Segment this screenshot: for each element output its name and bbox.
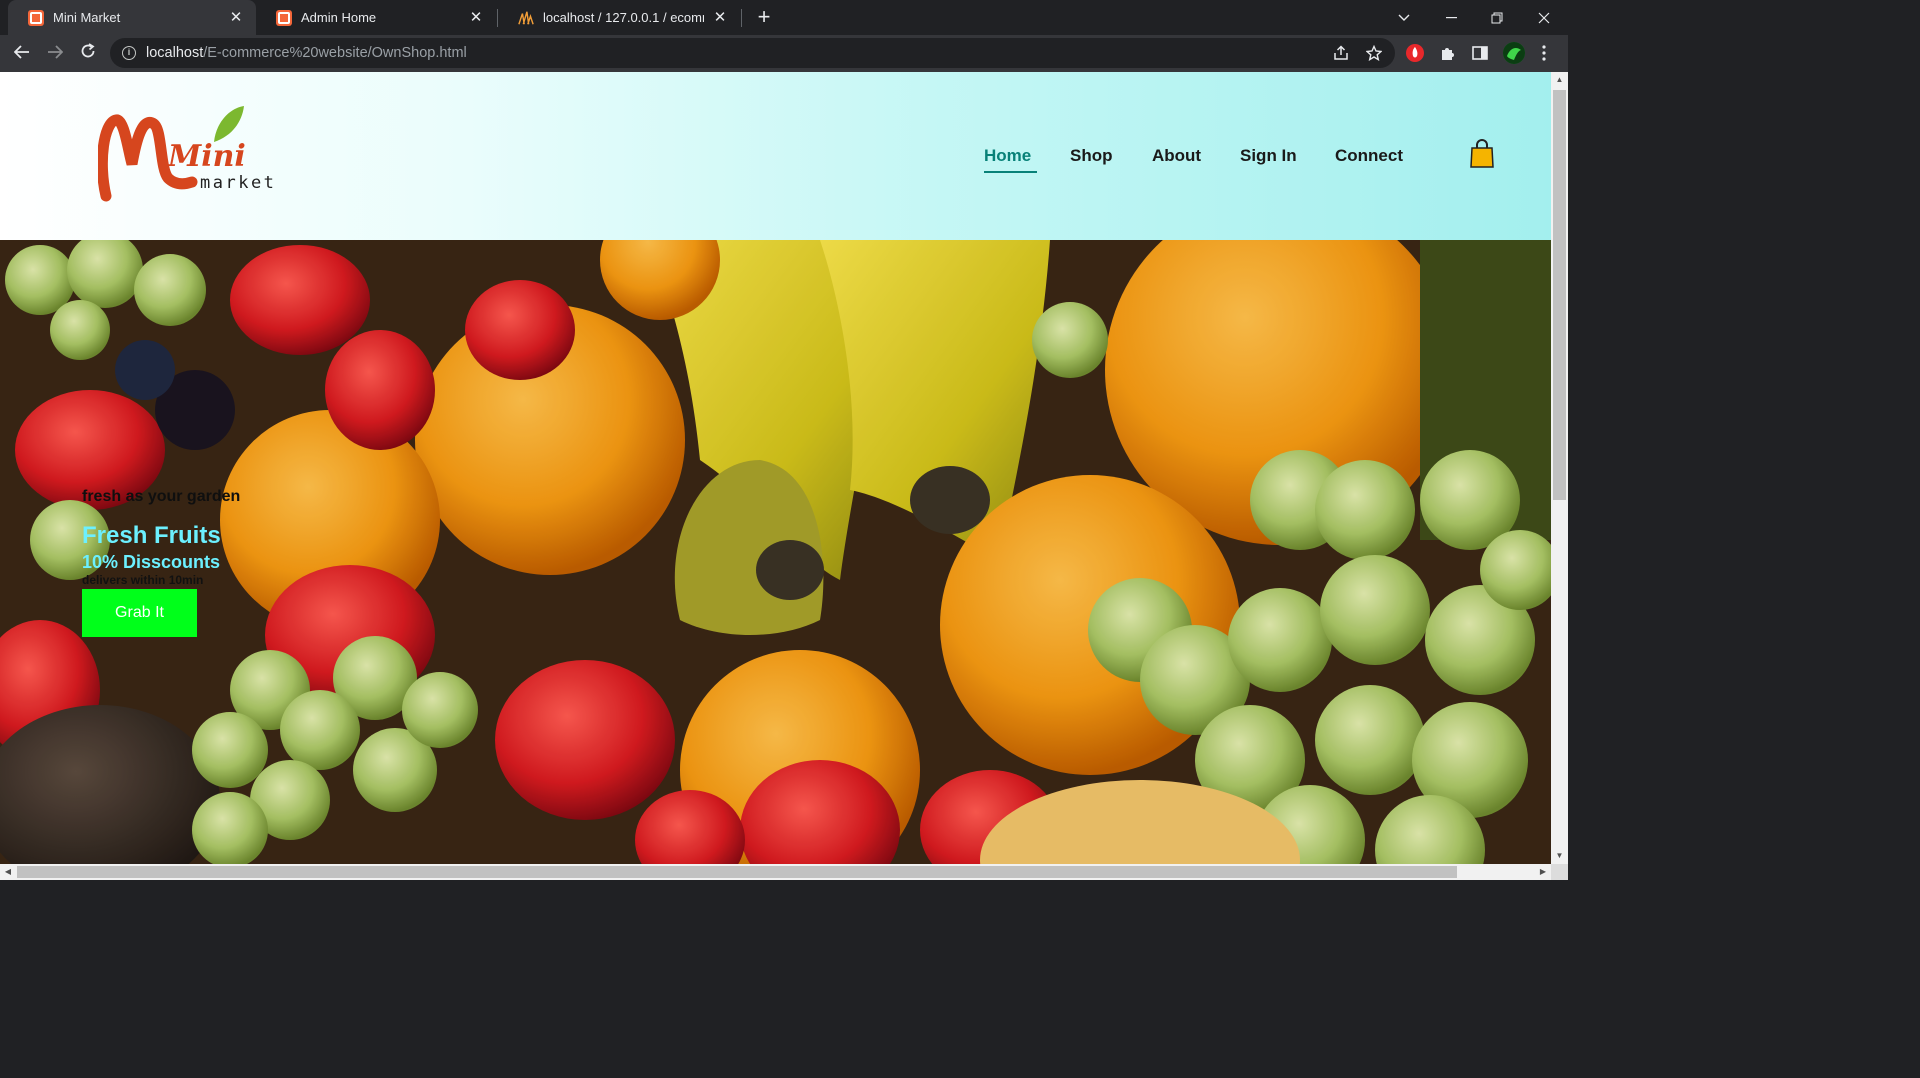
close-icon[interactable]: ✕ xyxy=(228,9,244,26)
browser-toolbar: i localhost/E-commerce%20website/OwnShop… xyxy=(0,35,1568,72)
nav-connect[interactable]: Connect xyxy=(1335,146,1403,166)
phpmyadmin-favicon-icon xyxy=(518,10,534,26)
site-info-icon[interactable]: i xyxy=(122,46,136,60)
scroll-right-icon[interactable]: ▶ xyxy=(1535,864,1551,880)
scroll-down-icon[interactable]: ▼ xyxy=(1551,848,1568,864)
close-icon[interactable]: ✕ xyxy=(468,9,484,26)
forward-button[interactable] xyxy=(42,40,68,66)
vertical-scrollbar[interactable]: ▲ ▼ xyxy=(1551,72,1568,864)
shopping-bag-icon[interactable] xyxy=(1470,139,1494,169)
reload-button[interactable] xyxy=(75,40,101,66)
tab-title: Mini Market xyxy=(53,10,121,25)
hero-tagline: fresh as your garden xyxy=(82,488,241,505)
extensions-puzzle-icon[interactable] xyxy=(1439,44,1457,62)
nav-about[interactable]: About xyxy=(1152,146,1201,166)
tab-search-button[interactable] xyxy=(1381,0,1427,35)
logo-word-mini: Mini xyxy=(167,139,246,174)
share-icon[interactable] xyxy=(1332,45,1350,63)
extension-red-icon[interactable] xyxy=(1406,44,1424,62)
tab-separator xyxy=(741,9,742,27)
hero-delivery-note: delivers within 10min xyxy=(82,573,204,587)
restore-button[interactable] xyxy=(1474,0,1520,35)
nav-home[interactable]: Home xyxy=(984,146,1038,173)
horizontal-scrollbar[interactable]: ◀ ▶ xyxy=(0,864,1551,880)
side-panel-icon[interactable] xyxy=(1471,44,1489,62)
xampp-favicon-icon xyxy=(28,9,44,26)
close-window-button[interactable] xyxy=(1521,0,1567,35)
tab-admin-home[interactable]: Admin Home ✕ xyxy=(256,0,496,35)
logo-word-market: market xyxy=(200,173,276,193)
scroll-left-icon[interactable]: ◀ xyxy=(0,864,16,880)
mini-market-logo[interactable]: Mini market xyxy=(96,102,278,212)
tab-mini-market[interactable]: Mini Market ✕ xyxy=(8,0,256,35)
browser-tab-strip: Mini Market ✕ Admin Home ✕ localhost / 1… xyxy=(0,0,1568,35)
hero-discount: 10% Disscounts xyxy=(82,552,221,572)
hero-headline: Fresh Fruits xyxy=(82,522,221,549)
close-icon xyxy=(1538,12,1550,23)
address-bar[interactable]: i localhost/E-commerce%20website/OwnShop… xyxy=(110,38,1395,68)
horizontal-scroll-thumb[interactable] xyxy=(17,866,1457,878)
scrollbar-corner xyxy=(1551,864,1568,880)
bookmark-star-icon[interactable] xyxy=(1365,44,1383,63)
url-text: localhost/E-commerce%20website/OwnShop.h… xyxy=(146,45,467,61)
new-tab-button[interactable]: + xyxy=(752,5,776,29)
close-icon[interactable]: ✕ xyxy=(712,9,728,26)
fruit-background-image xyxy=(0,240,1551,864)
nav-shop[interactable]: Shop xyxy=(1070,146,1113,166)
tab-title: localhost / 127.0.0.1 / ecommerce xyxy=(543,10,704,25)
tab-phpmyadmin[interactable]: localhost / 127.0.0.1 / ecommerce ✕ xyxy=(498,0,740,35)
xampp-favicon-icon xyxy=(276,9,292,26)
page-viewport: Mini market Home Shop About Sign In Conn… xyxy=(0,72,1551,864)
restore-icon xyxy=(1491,12,1503,23)
hero-banner: fresh as your garden Fresh Fruits 10% Di… xyxy=(0,240,1551,864)
site-header: Mini market Home Shop About Sign In Conn… xyxy=(0,72,1551,240)
tab-title: Admin Home xyxy=(301,10,377,25)
profile-avatar[interactable] xyxy=(1503,42,1525,64)
vertical-scroll-thumb[interactable] xyxy=(1553,90,1566,500)
back-button[interactable] xyxy=(9,40,35,66)
menu-kebab-icon[interactable] xyxy=(1537,44,1551,62)
grab-it-button[interactable]: Grab It xyxy=(82,589,197,637)
arrow-left-icon xyxy=(13,45,29,59)
chevron-down-icon xyxy=(1398,14,1410,21)
minimize-button[interactable] xyxy=(1428,0,1474,35)
reload-icon xyxy=(81,43,95,58)
arrow-right-icon xyxy=(48,45,64,59)
scroll-up-icon[interactable]: ▲ xyxy=(1551,72,1568,88)
minimize-icon xyxy=(1445,16,1457,18)
nav-sign-in[interactable]: Sign In xyxy=(1240,146,1297,166)
